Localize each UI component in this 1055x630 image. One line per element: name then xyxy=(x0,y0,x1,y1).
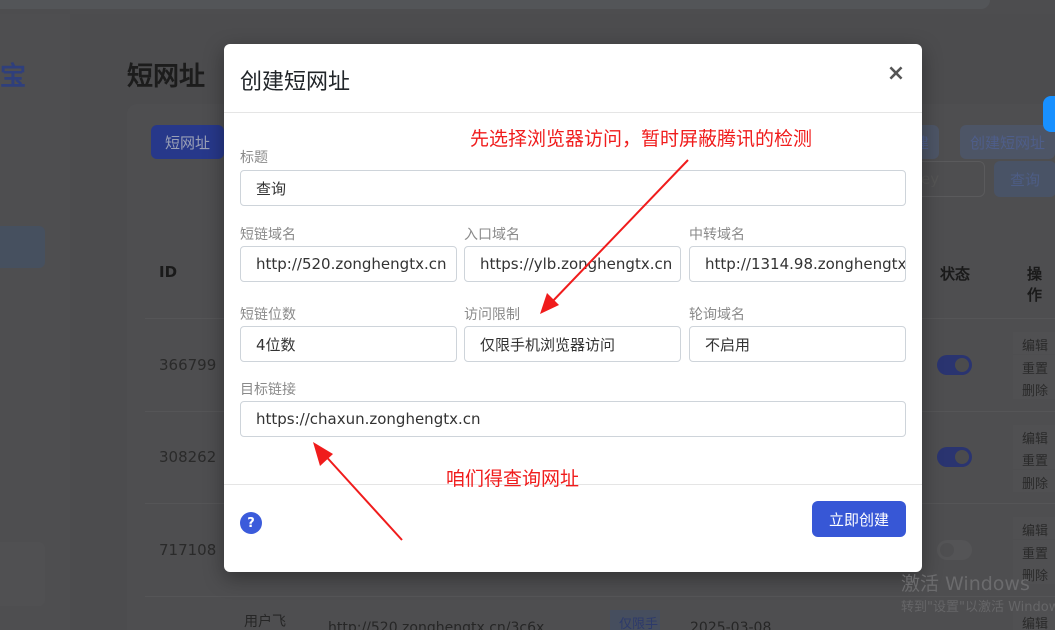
annotation-arrows xyxy=(313,159,689,541)
arrow-head-bottom xyxy=(313,442,333,466)
arrow-line-top xyxy=(549,159,689,305)
annotation-text-bottom: 咱们得查询网址 xyxy=(446,468,580,490)
annotation-text-top: 先选择浏览器访问，暂时屏蔽腾讯的检测 xyxy=(470,128,813,150)
arrow-line-bottom xyxy=(321,451,403,541)
